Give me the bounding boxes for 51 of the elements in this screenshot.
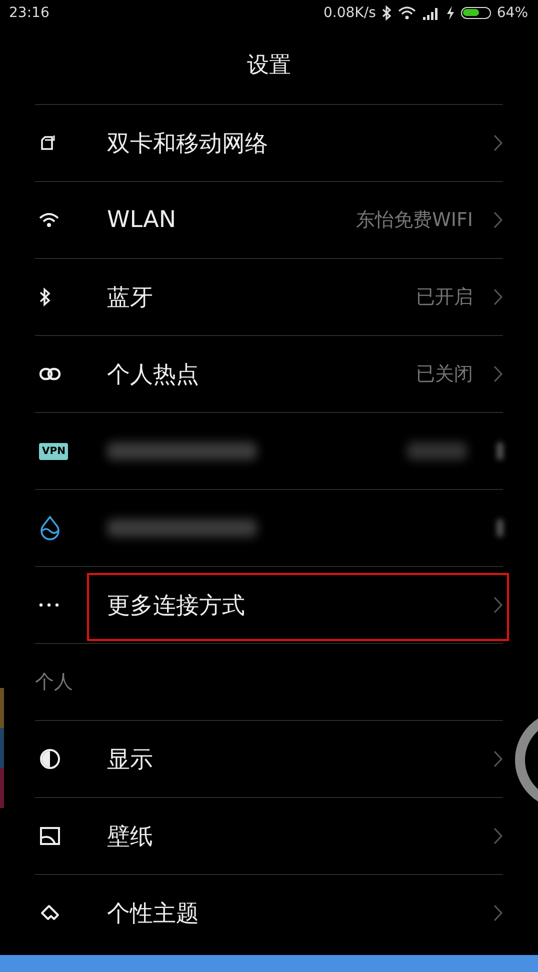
settings-row[interactable]: WLAN 东怡免费WIFI — [35, 181, 503, 258]
battery-percent: 64% — [496, 4, 528, 20]
chevron-right-icon — [493, 750, 503, 768]
charging-icon — [446, 4, 455, 20]
page-title: 设置 — [247, 52, 291, 80]
chevron-right-icon — [493, 596, 503, 614]
row-label: 显示 — [107, 746, 154, 774]
water-drop-icon — [39, 515, 61, 541]
settings-row[interactable]: 蓝牙 已开启 — [35, 258, 503, 335]
row-label: 双卡和移动网络 — [107, 130, 269, 158]
settings-row[interactable]: 双卡和移动网络 — [35, 104, 503, 181]
chevron-right-icon — [493, 134, 503, 152]
sim-card-icon — [39, 134, 57, 152]
brush-icon — [39, 903, 61, 923]
row-value: 已关闭 — [416, 362, 473, 387]
settings-row[interactable]: VPN — [35, 412, 503, 489]
status-time: 23:16 — [9, 4, 50, 20]
settings-row[interactable]: 更多连接方式 — [35, 566, 503, 643]
row-label: 更多连接方式 — [107, 592, 246, 620]
chevron-right-icon — [493, 827, 503, 845]
more-icon — [39, 603, 59, 607]
wifi-icon — [39, 212, 59, 228]
link-icon — [39, 367, 61, 381]
chevron-right-icon — [493, 211, 503, 229]
row-label: 个性主题 — [107, 900, 200, 928]
battery-icon — [460, 6, 491, 18]
chevron-right-icon — [493, 904, 503, 922]
row-label: 个人热点 — [107, 360, 200, 390]
bluetooth-icon — [382, 4, 392, 20]
row-value: 东怡免费WIFI — [356, 208, 473, 233]
row-value: 已开启 — [416, 285, 473, 310]
contrast-icon — [39, 748, 61, 770]
section-header: 个人 — [35, 670, 73, 695]
settings-row[interactable]: 壁纸 — [35, 797, 503, 874]
row-label: WLAN — [107, 207, 178, 233]
bluetooth-icon — [39, 287, 51, 307]
chevron-right-icon — [493, 365, 503, 383]
settings-row[interactable]: 个人热点 已关闭 — [35, 335, 503, 412]
signal-icon — [422, 6, 440, 20]
settings-row[interactable]: 个性主题 — [35, 874, 503, 951]
row-label: 壁纸 — [107, 822, 154, 852]
wifi-icon — [398, 6, 416, 20]
picture-frame-icon — [39, 826, 61, 846]
chevron-right-icon — [493, 288, 503, 306]
vpn-badge-icon: VPN — [39, 442, 68, 460]
network-speed: 0.08K/s — [324, 4, 376, 20]
blurred-chevron — [497, 442, 503, 460]
row-label: 蓝牙 — [107, 284, 154, 312]
blurred-chevron — [497, 519, 503, 537]
settings-row[interactable]: 显示 — [35, 720, 503, 797]
blurred-value — [407, 442, 467, 460]
